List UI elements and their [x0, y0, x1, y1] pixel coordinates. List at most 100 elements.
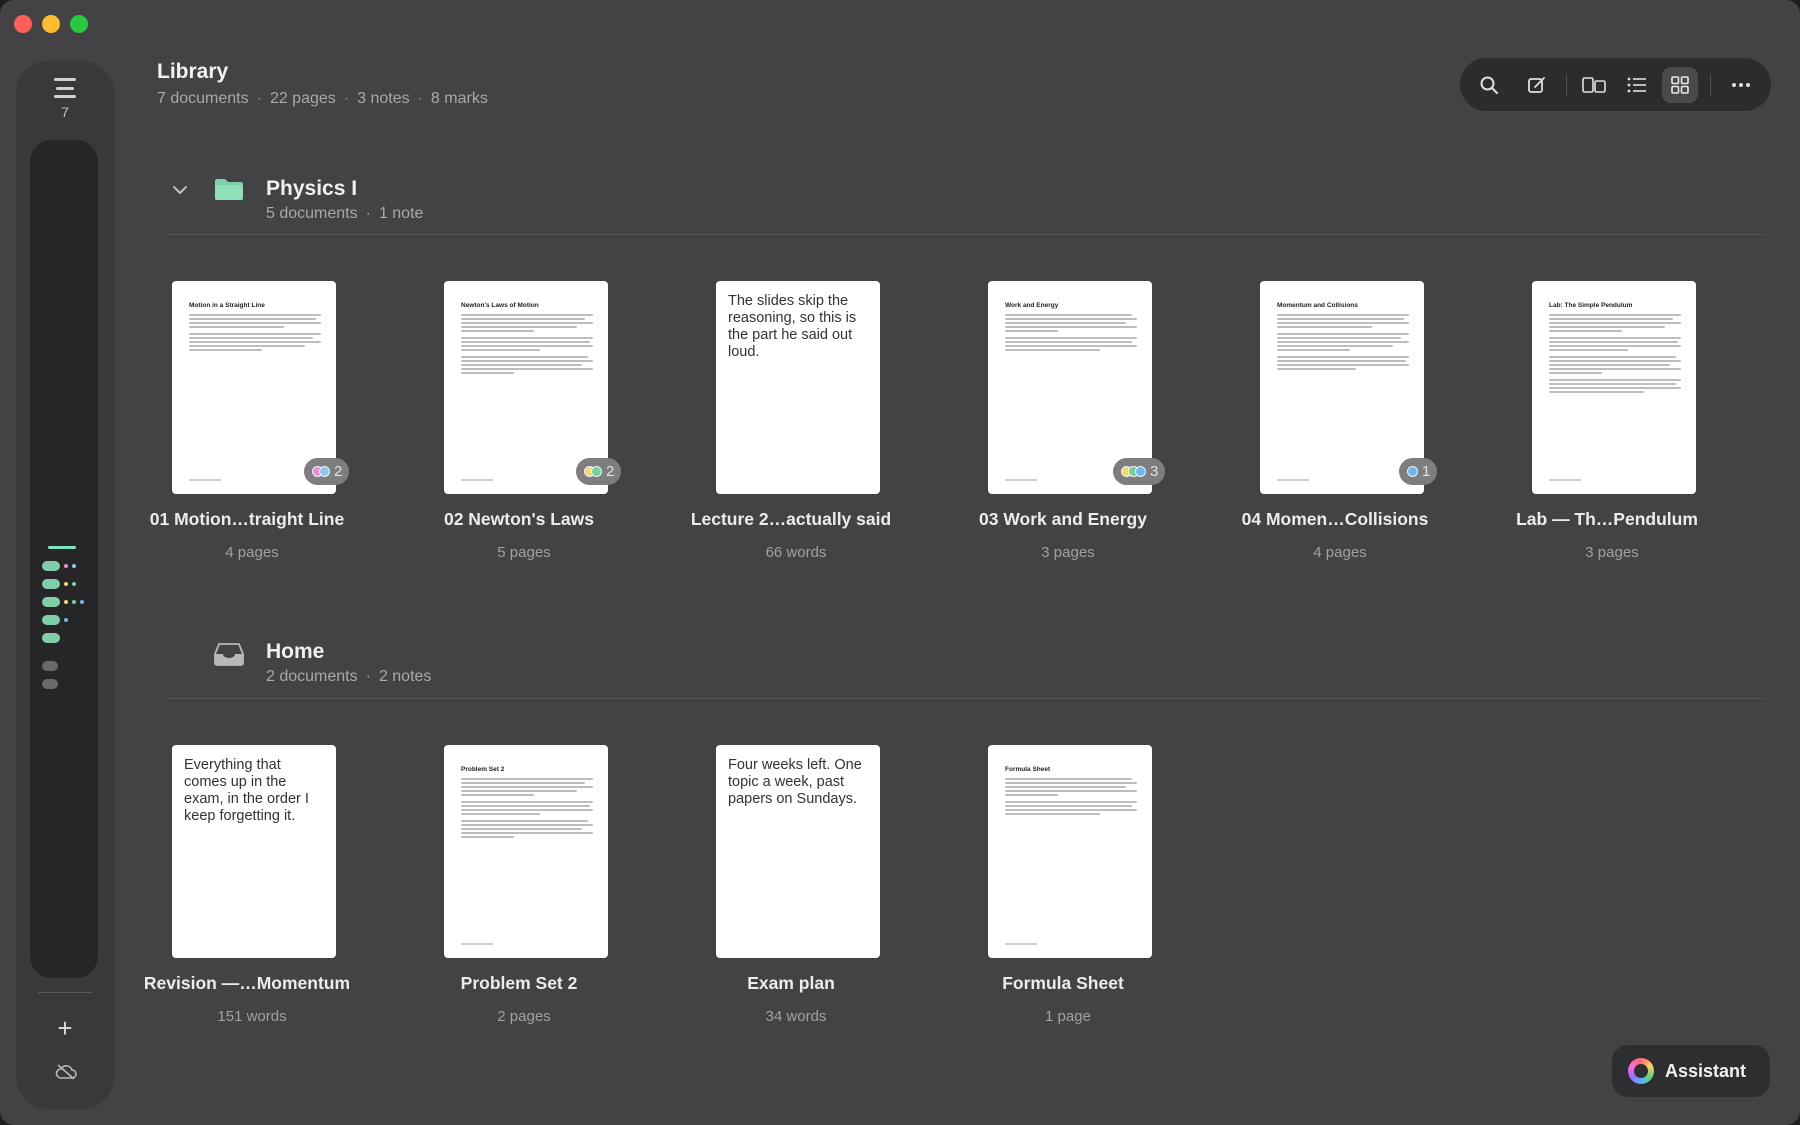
card-title: Lab — Th…Pendulum [1516, 509, 1698, 529]
more-icon[interactable] [1723, 67, 1759, 103]
stat-pages: 22 pages [269, 90, 336, 107]
chevron-down-icon[interactable] [170, 180, 190, 200]
library-stats: 7 documents · 22 pages · 3 notes · 8 mar… [157, 90, 488, 107]
card-meta: 1 page [1045, 1008, 1091, 1025]
note-preview-text: Everything that comes up in the exam, in… [184, 757, 309, 824]
hamburger-menu-icon[interactable] [54, 78, 76, 98]
minimap-row [42, 629, 88, 647]
card-meta: 151 words [217, 1008, 287, 1025]
maximize-window-button[interactable] [70, 15, 88, 33]
card-meta: 3 pages [1041, 544, 1095, 561]
note-preview-text: The slides skip the reasoning, so this i… [728, 293, 857, 360]
minimap-row [42, 675, 88, 693]
grid-view-icon[interactable] [1662, 67, 1698, 103]
page-preview-title: Lab: The Simple Pendulum [1549, 302, 1633, 309]
mark-color-icon [312, 466, 330, 477]
minimize-window-button[interactable] [42, 15, 60, 33]
card-meta: 5 pages [497, 544, 551, 561]
stat-marks: 8 marks [430, 90, 488, 107]
card-title: Problem Set 2 [460, 973, 578, 993]
sidebar-count: 7 [61, 104, 69, 120]
sidebar-scroll-track[interactable] [30, 140, 98, 978]
note-preview-text: Four weeks left. One topic a week, past … [728, 757, 862, 807]
sidebar: 7 + [15, 60, 115, 1110]
note-preview[interactable]: Four weeks left. One topic a week, past … [716, 745, 880, 958]
page-preview-title: Problem Set 2 [461, 766, 505, 773]
note-preview[interactable]: The slides skip the reasoning, so this i… [716, 281, 880, 494]
inbox-icon [214, 643, 244, 666]
stat-notes: 3 notes [357, 90, 410, 107]
stat-documents: 7 documents [157, 90, 249, 107]
add-icon[interactable]: + [15, 1015, 115, 1041]
section-note-count: 1 note [378, 205, 424, 222]
section-title[interactable]: Physics I [266, 177, 357, 201]
assistant-label: Assistant [1665, 1060, 1747, 1081]
marks-badge: 3 [1113, 458, 1166, 485]
page-thumbnail[interactable]: Formula Sheet [988, 745, 1152, 958]
marks-count: 2 [334, 463, 343, 480]
card-meta: 4 pages [225, 544, 279, 561]
minimap-row [42, 557, 88, 575]
card-meta: 2 pages [497, 1008, 551, 1025]
card-meta: 34 words [765, 1008, 827, 1025]
card-title: 03 Work and Energy [979, 509, 1147, 529]
minimap-current-indicator [48, 546, 76, 549]
page-thumbnail[interactable]: Momentum and Collisions [1260, 281, 1424, 494]
section-doc-count: 2 documents [266, 668, 358, 685]
compose-icon[interactable] [1519, 67, 1555, 103]
mark-color-icon [584, 466, 602, 477]
marks-count: 3 [1150, 463, 1159, 480]
mark-color-icon [1121, 466, 1146, 477]
card-meta: 3 pages [1585, 544, 1639, 561]
section-note-count: 2 notes [378, 668, 432, 685]
marks-count: 1 [1422, 463, 1431, 480]
list-view-icon[interactable] [1619, 67, 1655, 103]
search-icon[interactable] [1471, 67, 1507, 103]
card-title: Lecture 2…actually said [690, 509, 892, 529]
card-title: 04 Momen…Collisions [1241, 509, 1429, 529]
minimap-row [42, 575, 88, 593]
minimap-row [42, 593, 88, 611]
card-title: Revision —…Momentum [143, 973, 351, 993]
card-meta: 66 words [765, 544, 827, 561]
marks-badge: 2 [304, 458, 350, 485]
sidebar-divider [38, 992, 92, 993]
marks-badge: 2 [576, 458, 622, 485]
card-title: Exam plan [747, 973, 835, 993]
toolbar-separator [1566, 74, 1567, 96]
close-window-button[interactable] [14, 15, 32, 33]
section-divider [166, 698, 1764, 699]
minimap-row [42, 657, 88, 675]
section-meta: 5 documents · 1 note [266, 205, 424, 222]
page-preview-title: Formula Sheet [1005, 766, 1051, 773]
app-window: 7 + Library 7 documents · 22 pages · 3 n… [0, 0, 1800, 1125]
card-title: 01 Motion…traight Line [149, 509, 345, 529]
assistant-icon [1628, 1058, 1654, 1084]
cloud-off-icon[interactable] [55, 1064, 77, 1080]
marks-count: 2 [606, 463, 615, 480]
page-thumbnail[interactable]: Problem Set 2 [444, 745, 608, 958]
page-preview-title: Motion in a Straight Line [189, 302, 265, 309]
toolbar-separator [1710, 74, 1711, 96]
window-controls [14, 15, 88, 33]
sidebar-minimap[interactable] [42, 546, 88, 693]
card-title: Formula Sheet [1002, 973, 1124, 993]
page-preview-title: Momentum and Collisions [1277, 302, 1358, 309]
card-meta: 4 pages [1313, 544, 1367, 561]
page-thumbnail[interactable]: Lab: The Simple Pendulum [1532, 281, 1696, 494]
folder-icon [215, 179, 243, 200]
assistant-button[interactable]: Assistant [1612, 1045, 1770, 1097]
mark-color-icon [1407, 466, 1418, 477]
page-preview-title: Work and Energy [1005, 302, 1059, 309]
section-meta: 2 documents · 2 notes [266, 668, 432, 685]
page-preview-title: Newton's Laws of Motion [461, 302, 539, 309]
layout-icon[interactable] [1576, 67, 1612, 103]
marks-badge: 1 [1399, 458, 1438, 485]
note-preview[interactable]: Everything that comes up in the exam, in… [172, 745, 336, 958]
page-title: Library [157, 60, 229, 83]
card-title: 02 Newton's Laws [443, 509, 595, 529]
sidebar-menu: 7 [15, 78, 115, 120]
library-header: Library 7 documents · 22 pages · 3 notes… [157, 60, 488, 108]
section-title[interactable]: Home [266, 640, 324, 664]
section-divider [166, 234, 1764, 235]
